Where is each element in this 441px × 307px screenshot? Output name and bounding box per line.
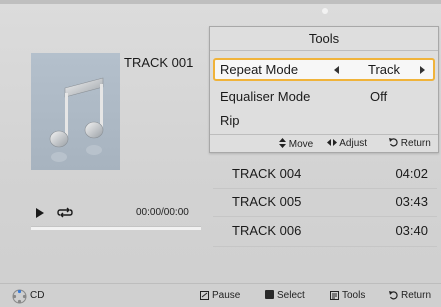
pause-button[interactable]: Pause [200,290,240,301]
tools-key-icon [330,290,339,300]
adjust-hint-label: Adjust [339,138,368,149]
track-name: TRACK 004 [232,166,302,181]
track-divider [213,216,437,217]
tools-item-label: Rip [220,113,240,128]
left-right-arrows-icon [327,139,337,146]
track-divider [213,246,437,247]
select-button[interactable]: Select [265,289,305,301]
now-playing-title: TRACK 001 [124,55,194,70]
tools-label: Tools [342,290,366,301]
progress-bar[interactable] [31,226,201,230]
tools-popup: Tools Repeat Mode Track Equaliser Mode O… [209,26,439,153]
track-duration: 03:43 [395,194,428,209]
move-hint-label: Move [288,139,314,150]
move-hint: Move [279,138,313,150]
arrow-left-icon[interactable] [334,66,339,74]
return-button[interactable]: Return [389,290,431,301]
return-hint-label: Return [400,138,431,149]
source-label: CD [30,290,45,301]
return-hint: Return [389,138,431,149]
top-indicator-dot [322,8,328,14]
return-icon [389,138,398,147]
select-label: Select [277,290,305,301]
up-down-arrows-icon [279,138,286,148]
tools-popup-title: Tools [210,27,438,51]
select-key-icon [265,289,274,299]
tools-button[interactable]: Tools [330,290,365,301]
bottom-bar: CD Pause Select Tools Return [0,283,441,307]
music-note-icon [49,77,104,162]
album-art [31,53,120,170]
track-name: TRACK 005 [232,194,302,209]
track-row[interactable]: TRACK 004 04:02 [213,161,437,188]
tools-item-rip[interactable]: Rip [213,109,435,132]
tools-item-label: Repeat Mode [220,62,299,77]
track-duration: 04:02 [395,166,428,181]
tools-item-value: Track [368,62,401,77]
tools-item-value: Off [370,89,388,104]
track-row[interactable]: TRACK 006 03:40 [213,218,437,245]
pause-label: Pause [212,290,241,301]
return-label: Return [401,290,432,301]
repeat-icon[interactable] [57,206,73,219]
tools-popup-footer: Move Adjust Return [210,134,438,152]
tools-item-label: Equaliser Mode [220,89,311,104]
pause-key-icon [200,290,209,300]
track-duration: 03:40 [395,223,428,238]
track-row[interactable]: TRACK 005 03:43 [213,189,437,216]
disc-source-icon[interactable] [12,289,27,304]
return-key-icon [389,290,398,300]
track-name: TRACK 006 [232,223,302,238]
tools-item-equaliser-mode[interactable]: Equaliser Mode Off [213,85,435,108]
tools-item-repeat-mode[interactable]: Repeat Mode Track [213,58,435,81]
top-stripe [0,0,441,4]
adjust-hint: Adjust [327,138,367,149]
arrow-right-icon[interactable] [420,66,425,74]
playback-time: 00:00/00:00 [136,207,189,218]
play-icon[interactable] [36,208,44,218]
